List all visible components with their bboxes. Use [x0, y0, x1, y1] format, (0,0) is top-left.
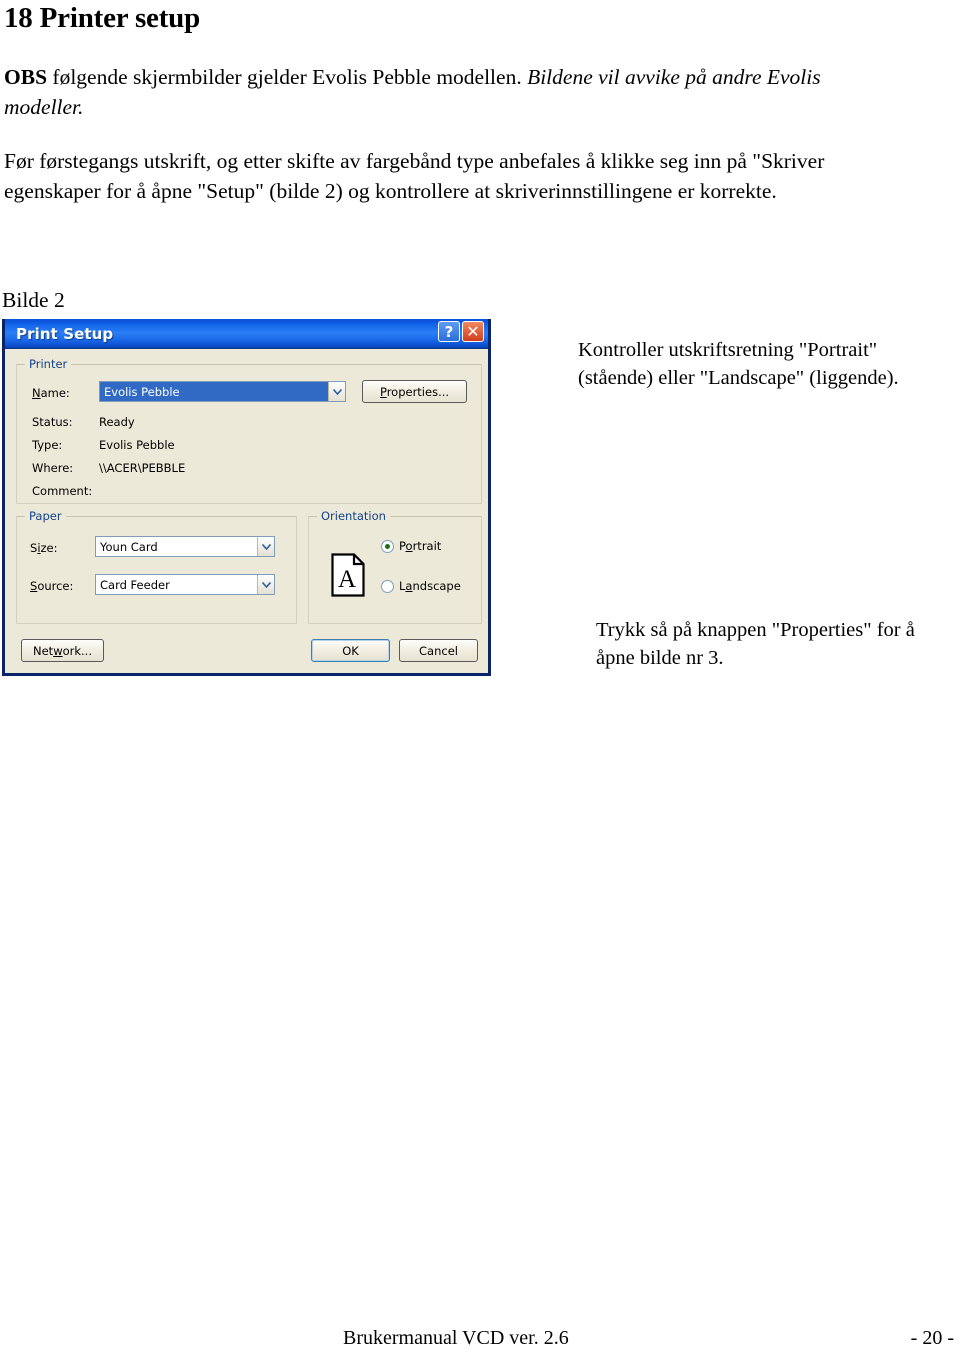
orientation-group-label: Orientation	[317, 509, 390, 523]
where-label: Where:	[32, 461, 74, 475]
close-icon[interactable]: ✕	[462, 321, 484, 342]
paragraph-intro: Før førstegangs utskrift, og etter skift…	[4, 149, 825, 203]
paper-group-label: Paper	[25, 509, 66, 523]
annotation-properties-clip: Trykk så på knappen "Properties" for å å…	[560, 605, 960, 676]
paper-size-value: Youn Card	[100, 539, 158, 554]
properties-button-label: Properties...	[379, 384, 450, 399]
network-button[interactable]: Network...	[21, 639, 104, 662]
properties-button[interactable]: Properties...	[362, 380, 467, 403]
chevron-down-icon[interactable]	[257, 537, 274, 556]
footer-manual-label: Brukermanual VCD ver. 2.6	[343, 1327, 569, 1349]
paper-size-combobox[interactable]: Youn Card	[95, 536, 275, 557]
page-footer: Brukermanual VCD ver. 2.6 - 20 -	[0, 1327, 960, 1357]
help-icon[interactable]: ?	[438, 321, 460, 342]
obs-bold-lead: OBS	[4, 65, 48, 89]
name-label: Name:	[32, 386, 70, 400]
close-glyph: ✕	[466, 322, 480, 341]
dialog-titlebar[interactable]: Print Setup ? ✕	[5, 319, 488, 349]
ok-button-label: OK	[342, 643, 359, 658]
help-glyph: ?	[444, 322, 454, 341]
radio-landscape-indicator[interactable]	[381, 579, 394, 593]
svg-text:A: A	[338, 566, 356, 593]
chevron-down-icon[interactable]	[328, 382, 345, 401]
page-preview-icon: A	[331, 553, 365, 597]
printer-group: Printer Name: Evolis Pebble Properties..…	[16, 357, 482, 504]
print-setup-dialog: Print Setup ? ✕ Printer Name: Evolis Peb…	[2, 319, 491, 676]
obs-plain-text: følgende skjermbilder gjelder Evolis Peb…	[47, 65, 528, 89]
radio-portrait-indicator[interactable]	[381, 539, 394, 553]
page-title: 18 Printer setup	[4, 2, 201, 34]
size-label: Size:	[30, 541, 58, 555]
paragraph-obs: OBS følgende skjermbilder gjelder Evolis…	[4, 62, 904, 122]
dialog-title: Print Setup	[16, 324, 114, 343]
paper-source-value: Card Feeder	[100, 577, 170, 592]
type-value: Evolis Pebble	[99, 438, 175, 452]
network-button-label: Network...	[33, 643, 92, 658]
chevron-down-icon[interactable]	[257, 575, 274, 594]
orientation-group: Orientation A Portrait Landscape	[308, 509, 482, 624]
comment-label: Comment:	[32, 484, 93, 498]
cancel-button[interactable]: Cancel	[399, 639, 478, 662]
paper-source-combobox[interactable]: Card Feeder	[95, 574, 275, 595]
status-value: Ready	[99, 415, 135, 429]
type-label: Type:	[32, 438, 63, 452]
annotation-orientation: Kontroller utskriftsretning "Portrait" (…	[578, 339, 899, 389]
radio-portrait-label: Portrait	[399, 539, 442, 553]
annotation-properties: Trykk så på knappen "Properties" for å å…	[596, 619, 915, 669]
source-label: Source:	[30, 579, 74, 593]
figure-caption: Bilde 2	[2, 288, 65, 312]
footer-page-number: - 20 -	[910, 1327, 954, 1349]
dialog-body: Printer Name: Evolis Pebble Properties..…	[5, 349, 488, 673]
where-value: \\ACER\PEBBLE	[99, 461, 186, 475]
paper-group: Paper Size: Youn Card Source: Card Feede…	[16, 509, 297, 624]
name-label-rest: ame:	[40, 386, 70, 400]
radio-portrait[interactable]: Portrait	[381, 539, 441, 553]
printer-name-value: Evolis Pebble	[100, 382, 328, 401]
ok-button[interactable]: OK	[311, 639, 390, 662]
printer-group-label: Printer	[25, 357, 72, 371]
printer-name-combobox[interactable]: Evolis Pebble	[99, 381, 346, 402]
titlebar-buttons: ? ✕	[438, 321, 484, 342]
status-label: Status:	[32, 415, 73, 429]
radio-landscape[interactable]: Landscape	[381, 579, 461, 593]
radio-landscape-label: Landscape	[399, 579, 461, 593]
cancel-button-label: Cancel	[419, 643, 458, 658]
